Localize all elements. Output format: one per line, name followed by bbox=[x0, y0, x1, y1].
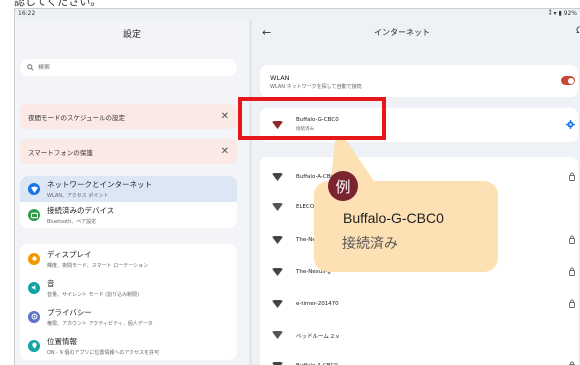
search-bar[interactable] bbox=[20, 59, 237, 76]
settings-item-text: ディスプレイ輝度、夜間モード、スマート ローテーション bbox=[47, 249, 148, 269]
settings-item-subtitle: Bluetooth、ペア設定 bbox=[47, 219, 97, 225]
wifi-signal-icon bbox=[272, 173, 283, 181]
settings-item-text: 位置情報 ON - 9 個のアプリに位置情報へのアクセスを許可 bbox=[47, 336, 159, 356]
wlan-subtitle: WLAN ネットワークを探して自動で接続 bbox=[270, 84, 362, 90]
network-row[interactable]: Buffalo-A-CBC0 bbox=[260, 354, 578, 365]
settings-item-subtitle: WLAN、アクセス ポイント bbox=[47, 193, 109, 199]
status-icons: ⁑ ▾ ▮ 92% bbox=[548, 10, 577, 17]
close-icon[interactable]: ✕ bbox=[221, 146, 229, 157]
caption-text: 認してください。 bbox=[14, 0, 102, 8]
suggestion-label: 夜間モードのスケジュールの設定 bbox=[28, 113, 126, 122]
settings-item[interactable]: 接続済みのデバイス Bluetooth、ペア設定 bbox=[20, 202, 237, 228]
settings-item-title: 接続済みのデバイス bbox=[47, 206, 115, 215]
wlan-title: WLAN bbox=[270, 74, 290, 82]
internet-header: ← インターネット Ω bbox=[252, 19, 580, 47]
network-row[interactable]: e-timer-201470 bbox=[260, 292, 578, 317]
settings-item[interactable]: 位置情報 ON - 9 個のアプリに位置情報へのアクセスを許可 bbox=[20, 331, 237, 360]
settings-item-title: 位置情報 bbox=[47, 336, 77, 346]
settings-item-title: プライバシー bbox=[47, 307, 92, 317]
gear-icon[interactable] bbox=[566, 120, 575, 129]
settings-item-subtitle: ON - 9 個のアプリに位置情報へのアクセスを許可 bbox=[47, 349, 160, 356]
settings-item-text: プライバシー権限、アカウント アクティビティ、個人データ bbox=[47, 307, 153, 327]
settings-item[interactable]: 音音量、サイレント モード (割り込み制限) bbox=[20, 273, 237, 302]
settings-item-text: ネットワークとインターネット WLAN、アクセス ポイント bbox=[47, 179, 152, 199]
settings-pane: 設定 夜間モードのスケジュールの設定 ✕ スマートフォンの保護 ✕ ネットワーク… bbox=[15, 19, 249, 365]
devices-icon bbox=[28, 209, 40, 221]
wlan-toggle[interactable] bbox=[561, 76, 575, 85]
close-icon[interactable]: ✕ bbox=[221, 111, 229, 122]
wifi-icon bbox=[28, 183, 40, 195]
internet-title: インターネット bbox=[374, 28, 430, 37]
settings-group-device: ディスプレイ輝度、夜間モード、スマート ローテーション音音量、サイレント モード… bbox=[20, 244, 237, 360]
callout-network-name: Buffalo-G-CBC0 bbox=[343, 210, 444, 226]
network-name: ベッドルーム 2.v bbox=[296, 334, 340, 340]
wlan-toggle-row[interactable]: WLAN WLAN ネットワークを探して自動で接続 bbox=[260, 65, 578, 97]
settings-item-subtitle: 音量、サイレント モード (割り込み制限) bbox=[47, 291, 140, 298]
search-icon bbox=[27, 64, 34, 71]
privacy-icon bbox=[28, 310, 40, 323]
wifi-signal-icon bbox=[272, 203, 283, 211]
highlight-box bbox=[238, 97, 386, 140]
wifi-signal-icon bbox=[272, 331, 283, 339]
status-time: 16:22 bbox=[18, 10, 36, 17]
search-input[interactable] bbox=[38, 64, 218, 71]
lock-icon bbox=[569, 172, 575, 181]
settings-item-text: 音音量、サイレント モード (割り込み制限) bbox=[47, 278, 139, 298]
display-icon bbox=[28, 252, 40, 265]
suggestion-phone-protection[interactable]: スマートフォンの保護 ✕ bbox=[20, 139, 237, 164]
settings-item-text: 接続済みのデバイス Bluetooth、ペア設定 bbox=[47, 205, 114, 225]
settings-item-title: 音 bbox=[47, 278, 55, 288]
settings-item[interactable]: ディスプレイ輝度、夜間モード、スマート ローテーション bbox=[20, 244, 237, 273]
lock-icon bbox=[569, 235, 575, 244]
settings-group-connections: ネットワークとインターネット WLAN、アクセス ポイント 接続済みのデバイス Blu… bbox=[20, 176, 237, 228]
status-bar: 16:22 ⁑ ▾ ▮ 92% bbox=[15, 9, 580, 19]
location-icon bbox=[28, 339, 40, 352]
help-icon[interactable]: Ω bbox=[576, 26, 580, 36]
callout-network-status: 接続済み bbox=[342, 236, 398, 252]
network-name: e-timer-201470 bbox=[296, 301, 339, 307]
settings-title: 設定 bbox=[122, 30, 141, 40]
settings-item[interactable]: プライバシー権限、アカウント アクティビティ、個人データ bbox=[20, 302, 237, 331]
lock-icon bbox=[569, 267, 575, 276]
settings-item-subtitle: 権限、アカウント アクティビティ、個人データ bbox=[47, 320, 153, 327]
page-caption: 認してください。 bbox=[0, 0, 580, 8]
wifi-signal-icon bbox=[272, 236, 283, 244]
settings-item-title: ディスプレイ bbox=[47, 249, 92, 259]
lock-icon bbox=[569, 361, 575, 365]
settings-item-subtitle: 輝度、夜間モード、スマート ローテーション bbox=[47, 262, 149, 269]
network-row[interactable]: ベッドルーム 2.v bbox=[260, 323, 578, 348]
settings-item-title: ネットワークとインターネット bbox=[47, 180, 152, 189]
example-badge: 例 bbox=[328, 171, 358, 201]
wifi-signal-icon bbox=[272, 300, 283, 308]
settings-item[interactable]: ネットワークとインターネット WLAN、アクセス ポイント bbox=[20, 176, 237, 202]
lock-icon bbox=[569, 299, 575, 308]
suggestion-night-mode[interactable]: 夜間モードのスケジュールの設定 ✕ bbox=[20, 104, 237, 129]
sound-icon bbox=[28, 281, 40, 294]
suggestion-label: スマートフォンの保護 bbox=[28, 148, 93, 157]
wifi-signal-icon bbox=[272, 268, 283, 276]
